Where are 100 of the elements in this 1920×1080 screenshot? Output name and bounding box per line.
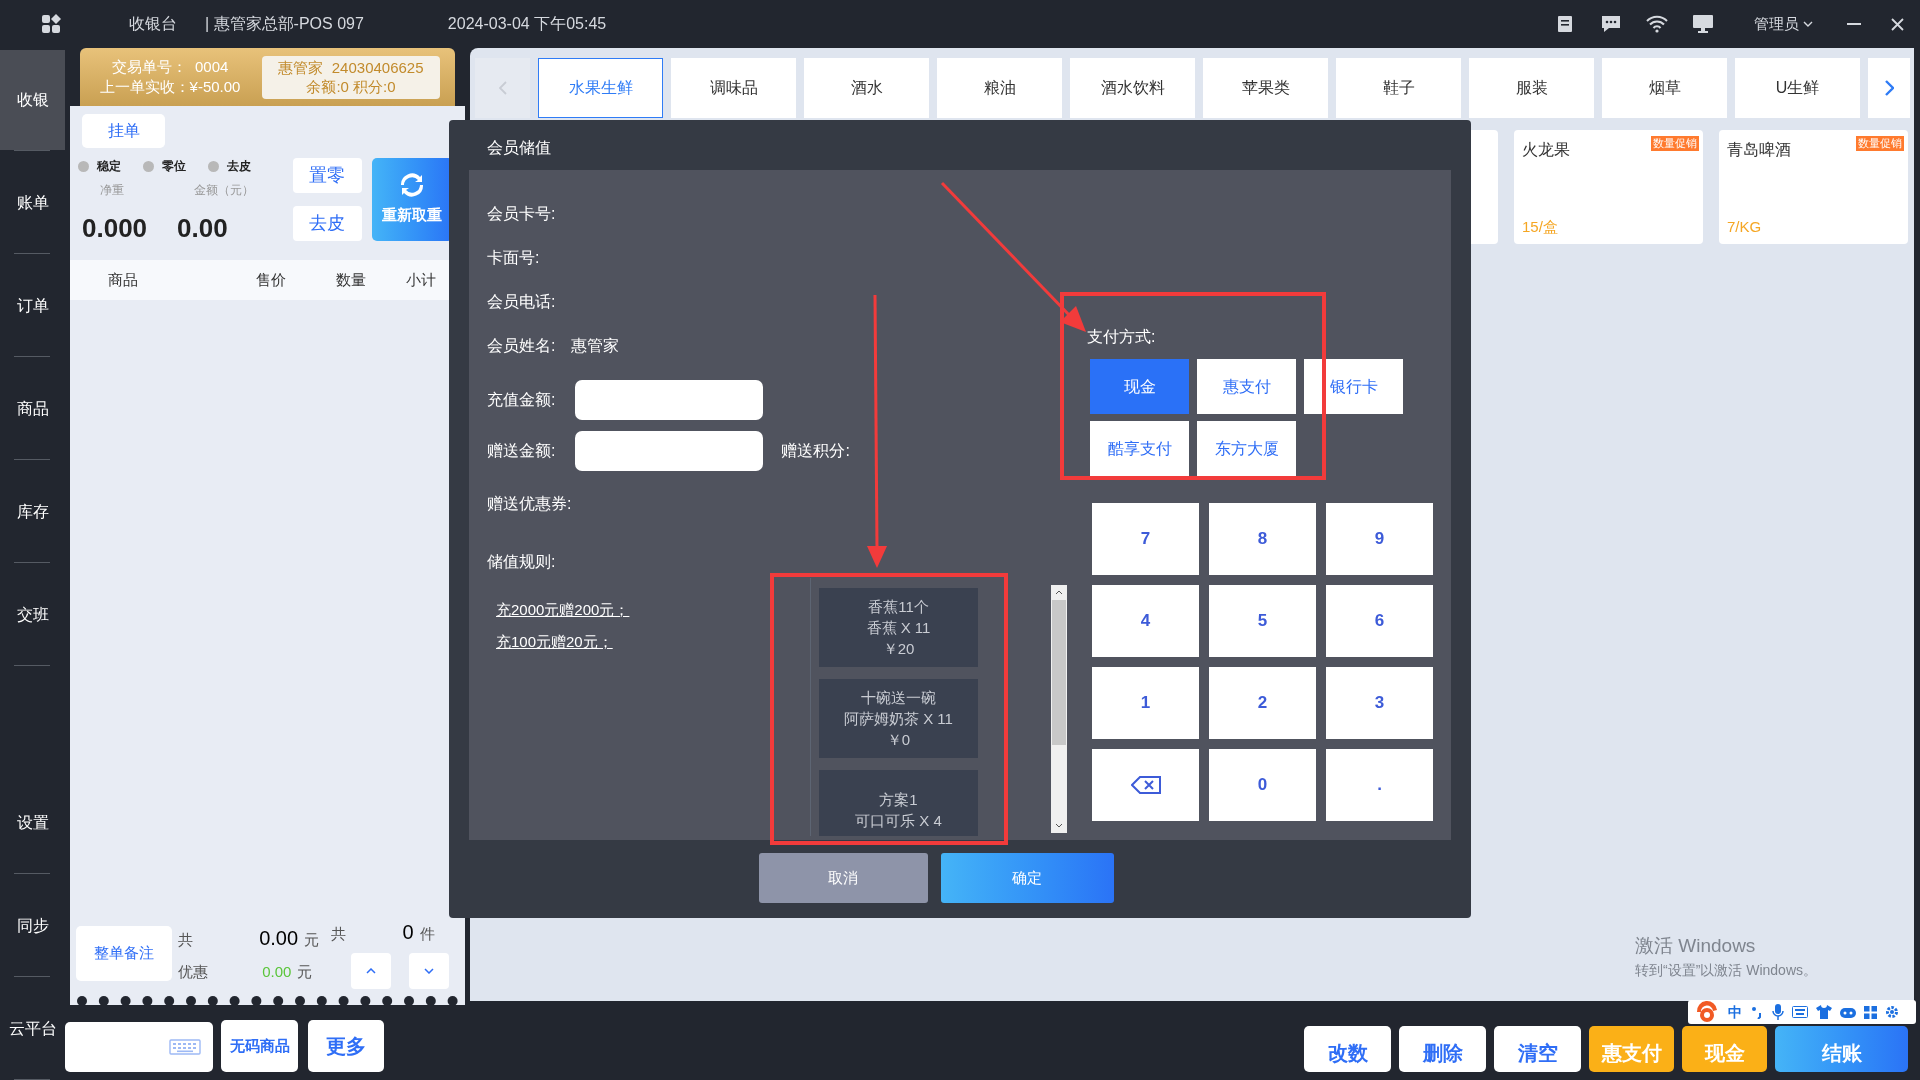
close-icon[interactable] [1891, 17, 1904, 31]
category-tab[interactable]: 服装 [1469, 58, 1594, 118]
punctuation-icon[interactable] [1750, 1005, 1764, 1019]
indicator-label: 稳定 [97, 158, 121, 175]
field-label: 储值规则: [487, 552, 557, 572]
promotion-tag: 数量促销 [1856, 136, 1904, 151]
confirm-button[interactable]: 确定 [940, 853, 1114, 903]
backspace-key[interactable] [1092, 749, 1199, 821]
payment-method-button[interactable]: 酷享支付 [1090, 421, 1189, 476]
product-card[interactable]: 青岛啤酒 数量促销 7/KG [1719, 130, 1908, 244]
total-amount: 0.00 [259, 925, 299, 951]
date-time: 2024-03-04 下午05:45 [447, 14, 607, 34]
activation-notice: 激活 Windows [1635, 933, 1756, 958]
wifi-icon[interactable] [1646, 15, 1668, 33]
category-tab[interactable]: 鞋子 [1336, 58, 1461, 118]
category-tab[interactable]: U生鲜 [1735, 58, 1860, 118]
backspace-icon [1130, 776, 1161, 794]
field-label: 会员电话: [487, 292, 556, 312]
promotion-line: 方案1 [879, 789, 918, 810]
keypad-key[interactable]: 9 [1326, 503, 1433, 575]
product-card[interactable]: 火龙果 数量促销 15/盒 [1514, 130, 1703, 244]
nav-item[interactable]: 库存 [0, 461, 65, 562]
message-icon[interactable] [1600, 14, 1622, 34]
gift-amount-input[interactable] [575, 431, 764, 471]
nav-item[interactable]: 订单 [0, 255, 65, 356]
chevron-right-icon [1884, 80, 1894, 96]
order-note-button[interactable]: 整单备注 [76, 925, 173, 981]
total-label: 共 [178, 929, 194, 950]
action-button[interactable]: 删除 [1399, 1026, 1486, 1072]
payment-method-button[interactable]: 现金 [1090, 359, 1189, 414]
robot-icon[interactable] [1840, 1006, 1856, 1018]
keypad-key[interactable]: 4 [1092, 585, 1199, 657]
action-button[interactable]: 改数 [1304, 1026, 1391, 1072]
settings-icon[interactable] [1885, 1005, 1899, 1019]
nav-item[interactable]: 收银 [0, 49, 65, 150]
category-tab[interactable]: 调味品 [671, 58, 796, 118]
cancel-button[interactable]: 取消 [758, 853, 928, 903]
transaction-number: 交易单号： 0004 [111, 57, 229, 77]
promotion-tag: 数量促销 [1651, 136, 1699, 151]
category-tab[interactable]: 酒水 [804, 58, 929, 118]
microphone-icon[interactable] [1772, 1004, 1784, 1020]
product-price: 15/盒 [1522, 216, 1559, 237]
scrollbar[interactable] [1051, 585, 1067, 833]
barcode-input[interactable] [65, 1022, 213, 1072]
keypad-key[interactable]: 8 [1209, 503, 1316, 575]
field-value: 惠管家 [571, 336, 620, 356]
nav-item[interactable]: 交班 [0, 564, 65, 665]
recharge-amount-input[interactable] [575, 380, 764, 420]
column-header: 售价 [256, 269, 287, 290]
app-title: 收银台 [129, 14, 177, 34]
input-mode[interactable]: 中 [1728, 1001, 1742, 1023]
category-tab[interactable]: 酒水饮料 [1070, 58, 1195, 118]
keyboard-icon[interactable] [1792, 1006, 1808, 1018]
action-button[interactable]: 结账 [1775, 1026, 1908, 1072]
monitor-icon[interactable] [1692, 14, 1714, 34]
promotion-card[interactable]: 香蕉11个 香蕉 X 11 ￥20 [819, 588, 978, 667]
nav-item[interactable]: 商品 [0, 358, 65, 459]
printer-icon[interactable] [1556, 15, 1574, 33]
user-menu[interactable]: 管理员 [1754, 12, 1813, 36]
category-tab[interactable]: 烟草 [1602, 58, 1727, 118]
product-price: 7/KG [1727, 216, 1763, 237]
payment-method-button[interactable]: 东方大厦 [1197, 421, 1296, 476]
nav-item[interactable]: 云平台 [0, 978, 65, 1079]
category-tab[interactable]: 苹果类 [1203, 58, 1328, 118]
keypad-key[interactable]: 5 [1209, 585, 1316, 657]
keypad-key[interactable]: 7 [1092, 503, 1199, 575]
category-tab[interactable]: 粮油 [937, 58, 1062, 118]
field-label: 赠送金额: [487, 441, 556, 461]
recharge-rule-link[interactable]: 充2000元赠200元； [496, 599, 630, 622]
keypad-key[interactable]: . [1326, 749, 1433, 821]
keypad-key[interactable]: 3 [1326, 667, 1433, 739]
category-tab[interactable]: 水果生鲜 [538, 58, 663, 118]
grid-icon[interactable] [1864, 1005, 1877, 1019]
no-code-item-button[interactable]: 无码商品 [221, 1020, 298, 1072]
nav-item[interactable]: 设置 [0, 772, 65, 873]
payment-method-button[interactable]: 惠支付 [1197, 359, 1296, 414]
hold-order-button[interactable]: 挂单 [82, 114, 165, 148]
shirt-icon[interactable] [1816, 1005, 1832, 1019]
keypad-key[interactable]: 0 [1209, 749, 1316, 821]
promotion-line: 十碗送一碗 [861, 688, 936, 708]
promotion-card[interactable]: 十碗送一碗 阿萨姆奶茶 X 11 ￥0 [819, 679, 978, 758]
input-method-logo-icon[interactable] [1694, 1000, 1720, 1024]
zero-button[interactable]: 置零 [292, 158, 362, 193]
dialog-title: 会员储值 [487, 138, 552, 158]
amount-label: 金额（元） [194, 182, 254, 199]
nav-item[interactable]: 账单 [0, 152, 65, 253]
promotion-line: 可口可乐 X 4 [855, 810, 942, 831]
keypad-key[interactable]: 2 [1209, 667, 1316, 739]
apps-icon[interactable] [41, 14, 61, 34]
more-button[interactable]: 更多 [308, 1020, 384, 1072]
payment-method-button[interactable]: 银行卡 [1304, 359, 1403, 414]
chevron-up-icon [366, 968, 377, 974]
field-label: 会员卡号: [487, 204, 556, 224]
nav-item[interactable]: 同步 [0, 875, 65, 976]
recharge-rule-link[interactable]: 充100元赠20元； [496, 630, 613, 653]
action-button[interactable]: 清空 [1494, 1026, 1581, 1072]
tare-button[interactable]: 去皮 [292, 206, 362, 241]
keypad-key[interactable]: 6 [1326, 585, 1433, 657]
keypad-key[interactable]: 1 [1092, 667, 1199, 739]
promotion-card[interactable]: 方案1 可口可乐 X 4 [819, 770, 978, 836]
